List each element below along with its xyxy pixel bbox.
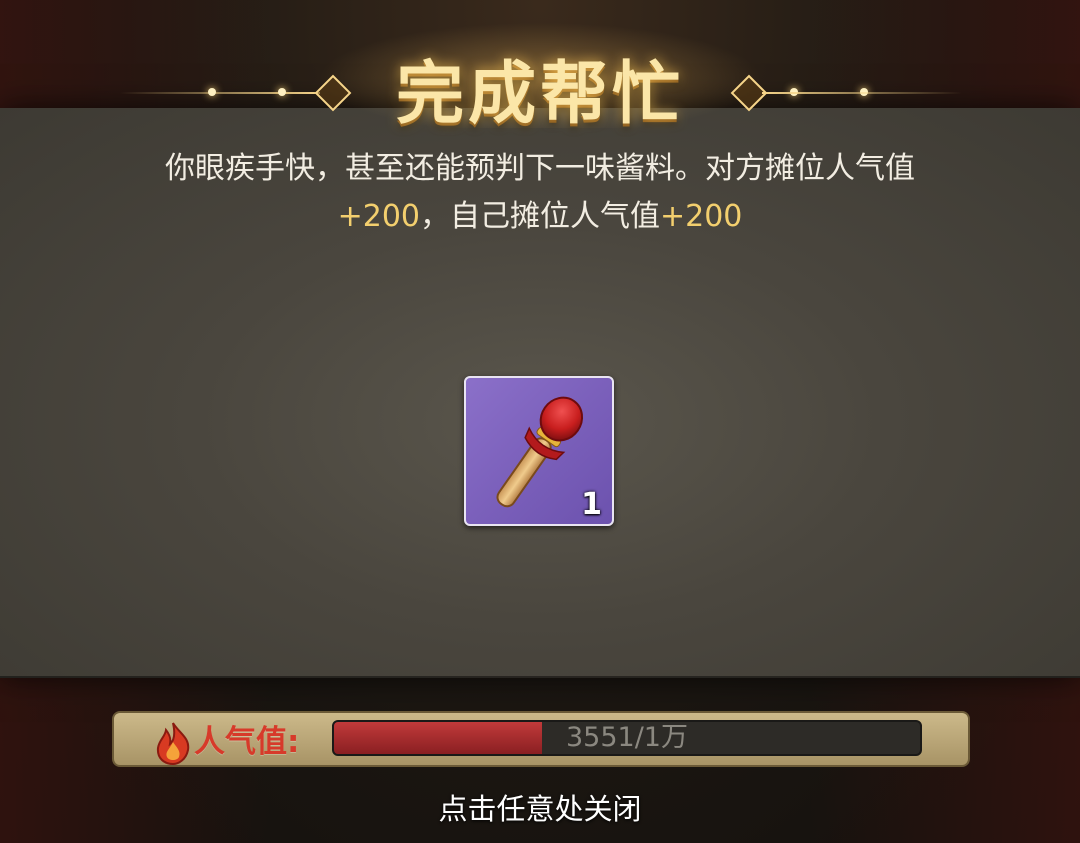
panel-divider xyxy=(0,676,1080,678)
description-line1: 你眼疾手快，甚至还能预判下一味酱料。对方摊位人气值 xyxy=(165,151,915,186)
title-banner: 完成帮忙 xyxy=(0,18,1080,134)
sparkle-icon xyxy=(208,88,216,96)
popularity-label: 人气值: xyxy=(194,724,300,760)
reward-item-slot[interactable]: 1 xyxy=(464,376,614,526)
result-description: 你眼疾手快，甚至还能预判下一味酱料。对方摊位人气值 +200，自己摊位人气值+2… xyxy=(90,145,990,241)
popularity-value: 3551/1万 xyxy=(566,722,688,753)
title-ornament-left-line xyxy=(120,92,320,94)
close-hint[interactable]: 点击任意处关闭 xyxy=(0,786,1080,828)
dialog-title: 完成帮忙 xyxy=(395,54,684,134)
reward-item-count: 1 xyxy=(581,487,602,522)
description-mid-text: ，自己摊位人气值 xyxy=(420,199,660,234)
self-popularity-gain: +200 xyxy=(660,199,743,234)
sparkle-icon xyxy=(278,88,286,96)
title-ornament-right-line xyxy=(762,92,962,94)
game-screen[interactable]: 完成帮忙 你眼疾手快，甚至还能预判下一味酱料。对方摊位人气值 +200，自己摊位… xyxy=(0,0,1080,843)
rival-popularity-gain: +200 xyxy=(337,199,420,234)
flame-icon xyxy=(156,722,190,766)
